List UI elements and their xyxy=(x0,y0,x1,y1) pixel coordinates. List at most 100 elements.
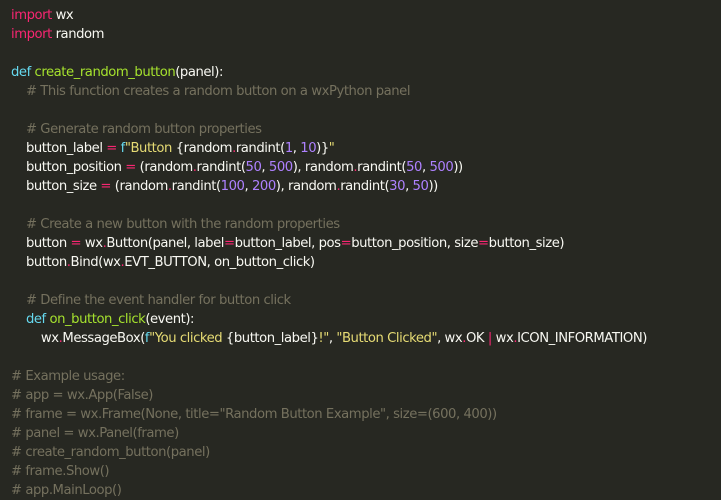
code-token: = xyxy=(478,236,489,251)
code-token: {button_label} xyxy=(225,331,319,346)
code-token: def xyxy=(11,65,31,80)
code-line: # create_random_button(panel) xyxy=(11,443,721,462)
code-token: # panel = wx.Panel(frame) xyxy=(11,426,179,441)
code-line: button_label = f"Button {random.randint(… xyxy=(11,139,721,158)
code-line: def on_button_click(event): xyxy=(11,310,721,329)
code-line: button_position = (random.randint(50, 50… xyxy=(11,158,721,177)
code-token: randint( xyxy=(196,160,246,175)
code-token: random xyxy=(51,27,105,42)
code-token: # This function creates a random button … xyxy=(11,84,411,99)
code-line: def create_random_button(panel): xyxy=(11,63,721,82)
code-token: 30 xyxy=(389,179,406,194)
code-token: button xyxy=(11,255,67,270)
code-token: wx xyxy=(11,331,59,346)
code-token: # frame = wx.Frame(None, title="Random B… xyxy=(11,407,497,422)
code-token: create_random_button xyxy=(34,65,176,80)
code-token: randint( xyxy=(357,160,407,175)
code-token: # create_random_button(panel) xyxy=(11,445,210,460)
code-line: # This function creates a random button … xyxy=(11,82,721,101)
code-editor[interactable]: import wx import random def create_random… xyxy=(0,0,721,498)
code-token: # app = wx.App(False) xyxy=(11,388,153,403)
code-token: = xyxy=(125,160,136,175)
code-token: button xyxy=(11,236,71,251)
code-token: button_position xyxy=(11,160,126,175)
code-line: # Generate random button properties xyxy=(11,120,721,139)
code-token: MessageBox( xyxy=(62,331,145,346)
code-line: # frame.Show() xyxy=(11,462,721,481)
code-token: !" xyxy=(318,331,329,346)
code-token: 50 xyxy=(412,179,429,194)
code-token: # app.MainLoop() xyxy=(11,483,122,498)
code-line: wx.MessageBox(f"You clicked {button_labe… xyxy=(11,329,721,348)
code-token: (random xyxy=(111,179,169,194)
code-token: randint( xyxy=(235,141,285,156)
code-token: button_label, pos xyxy=(234,236,341,251)
code-token: 500 xyxy=(268,160,293,175)
code-token: ICON_INFORMATION) xyxy=(517,331,647,346)
code-token: Button(panel, label xyxy=(106,236,224,251)
code-line: # Create a new button with the random pr… xyxy=(11,215,721,234)
code-token: , xyxy=(244,179,252,194)
code-token: # frame.Show() xyxy=(11,464,110,479)
code-line: # panel = wx.Panel(frame) xyxy=(11,424,721,443)
code-token: wx xyxy=(51,8,74,23)
code-line: button.Bind(wx.EVT_BUTTON, on_button_cli… xyxy=(11,253,721,272)
code-token: import xyxy=(11,27,52,42)
code-line: # app = wx.App(False) xyxy=(11,386,721,405)
code-token: button_position, size xyxy=(351,236,479,251)
code-token: wx xyxy=(491,331,514,346)
code-token: (random xyxy=(135,160,194,175)
code-line: button = wx.Button(panel, label=button_l… xyxy=(11,234,721,253)
code-line: import random xyxy=(11,25,721,44)
code-token: OK xyxy=(466,331,488,346)
code-token: 10 xyxy=(300,141,317,156)
code-token: Bind(wx xyxy=(70,255,121,270)
code-token: "Button xyxy=(124,141,176,156)
code-token: def xyxy=(25,312,46,327)
code-line: # app.MainLoop() xyxy=(11,481,721,500)
code-token: 100 xyxy=(220,179,245,194)
code-token: ), random xyxy=(275,179,337,194)
code-line: import wx xyxy=(11,6,721,25)
code-token: = xyxy=(70,236,82,251)
code-token: (event): xyxy=(145,312,195,327)
code-token: button_size) xyxy=(488,236,565,251)
code-token: )) xyxy=(428,179,438,194)
code-token: "Button Clicked" xyxy=(336,331,438,346)
code-token: # Create a new button with the random pr… xyxy=(11,217,340,232)
code-token: = xyxy=(106,141,117,156)
code-token: " xyxy=(328,141,335,156)
code-token: = xyxy=(340,236,352,251)
code-token: {random xyxy=(175,141,233,156)
code-token: )) xyxy=(453,160,463,175)
code-token: "You clicked xyxy=(149,331,226,346)
code-token: randint( xyxy=(340,179,390,194)
code-token: = xyxy=(223,236,235,251)
code-token: # Define the event handler for button cl… xyxy=(11,293,291,308)
code-token: EVT_BUTTON, on_button_click) xyxy=(124,255,315,270)
code-token: # Example usage: xyxy=(11,369,125,384)
code-line: button_size = (random.randint(100, 200),… xyxy=(11,177,721,196)
code-token: 1 xyxy=(284,141,293,156)
code-token: (panel): xyxy=(175,65,223,80)
code-token: wx xyxy=(81,236,103,251)
code-token: button_size xyxy=(11,179,101,194)
code-token: randint( xyxy=(171,179,221,194)
code-token: f xyxy=(116,141,126,156)
code-token: = xyxy=(100,179,112,194)
code-token: , wx xyxy=(437,331,463,346)
code-token: )} xyxy=(316,141,329,156)
code-token: , xyxy=(405,179,413,194)
code-token: import xyxy=(11,8,52,23)
code-token: on_button_click xyxy=(49,312,146,327)
code-token: button_label xyxy=(11,141,107,156)
code-token: # Generate random button properties xyxy=(11,122,262,137)
code-token: ), random xyxy=(292,160,354,175)
code-token: 50 xyxy=(245,160,262,175)
code-token: 50 xyxy=(406,160,422,175)
